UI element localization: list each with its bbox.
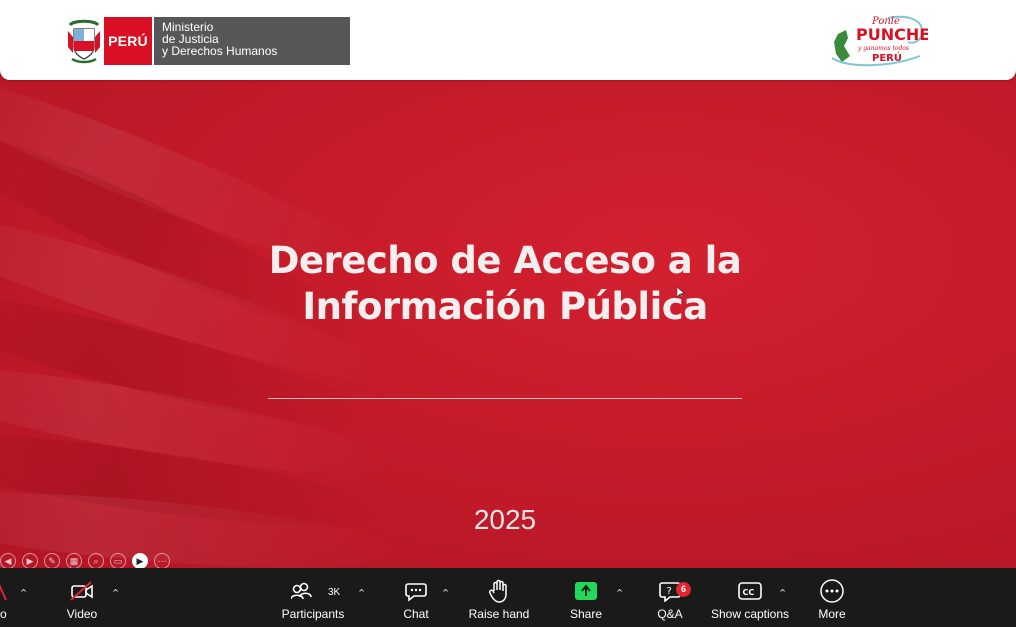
raise-hand-button[interactable]: Raise hand	[469, 578, 529, 624]
subtitles-icon[interactable]: ▭	[110, 553, 126, 568]
share-label: Share	[569, 607, 603, 621]
slide-year: 2025	[473, 504, 537, 535]
participants-button[interactable]: Participants	[280, 578, 346, 624]
more-label: More	[818, 607, 846, 621]
more-button[interactable]: More	[814, 578, 850, 624]
raise-hand-icon	[489, 578, 509, 604]
share-button[interactable]: Share	[567, 578, 605, 624]
chevron-up-icon[interactable]: ⌃	[441, 587, 450, 600]
chat-button[interactable]: Chat	[397, 578, 435, 624]
government-logo: PERÚ Ministerio de Justicia y Derechos H…	[64, 17, 350, 65]
presentation-controls: ◀ ▶ ✎ ▦ ⌕ ▭ ▶ ⋯	[0, 552, 170, 568]
logo-text: y ganamos todos	[857, 45, 909, 52]
camera-icon[interactable]: ▶	[132, 553, 148, 568]
more-options-icon[interactable]: ⋯	[154, 553, 170, 568]
meeting-toolbar: io ⌃ Video ⌃ Participants 3K ⌃	[0, 568, 1016, 627]
next-slide-icon[interactable]: ▶	[22, 553, 38, 568]
qa-count-badge: 6	[676, 582, 691, 597]
participants-label: Participants	[281, 607, 345, 621]
pen-icon[interactable]: ✎	[44, 553, 60, 568]
svg-text:?: ?	[667, 586, 672, 597]
chat-icon	[405, 578, 427, 604]
coat-of-arms-icon	[64, 17, 104, 65]
chevron-up-icon[interactable]: ⌃	[111, 587, 120, 600]
video-label: Video	[66, 607, 98, 621]
slide-header: PERÚ Ministerio de Justicia y Derechos H…	[0, 0, 1016, 80]
logo-text: PUNCHE	[856, 25, 928, 44]
svg-text:CC: CC	[743, 588, 755, 597]
chat-label: Chat	[403, 607, 429, 621]
share-icon	[574, 578, 598, 604]
peru-badge: PERÚ	[104, 17, 152, 65]
captions-label: Show captions	[710, 607, 790, 621]
mouse-cursor-icon	[677, 287, 685, 299]
chevron-up-icon[interactable]: ⌃	[615, 587, 624, 600]
chevron-up-icon[interactable]: ⌃	[357, 587, 366, 600]
slide-title: Derecho de Acceso a la Información Públi…	[200, 238, 810, 330]
presentation-slide: PERÚ Ministerio de Justicia y Derechos H…	[0, 0, 1016, 568]
ministry-name: Ministerio de Justicia y Derechos Humano…	[152, 17, 350, 65]
chevron-up-icon[interactable]: ⌃	[778, 587, 787, 600]
audio-label: io	[0, 607, 7, 621]
mic-muted-icon	[0, 578, 8, 604]
ponle-punche-logo: Ponle PUNCHE y ganamos todos PERÚ	[828, 12, 930, 70]
zoom-icon[interactable]: ⌕	[88, 553, 104, 568]
slide-title-line: Derecho de Acceso a la	[268, 239, 742, 282]
title-divider	[268, 398, 742, 399]
ministry-line: y Derechos Humanos	[162, 44, 278, 58]
video-off-icon	[69, 578, 95, 604]
previous-slide-icon[interactable]: ◀	[0, 553, 16, 568]
more-icon	[820, 578, 844, 604]
qa-label: Q&A	[657, 607, 683, 621]
captions-button[interactable]: CC Show captions	[711, 578, 789, 624]
video-button[interactable]: Video	[62, 578, 102, 624]
raise-hand-label: Raise hand	[468, 607, 530, 621]
slides-grid-icon[interactable]: ▦	[66, 553, 82, 568]
audio-button[interactable]: io	[0, 578, 12, 624]
chevron-up-icon[interactable]: ⌃	[19, 587, 28, 600]
participants-count: 3K	[328, 587, 341, 598]
slide-title-line: Información Pública	[302, 285, 708, 328]
logo-text: PERÚ	[872, 51, 902, 64]
captions-icon: CC	[738, 578, 762, 604]
